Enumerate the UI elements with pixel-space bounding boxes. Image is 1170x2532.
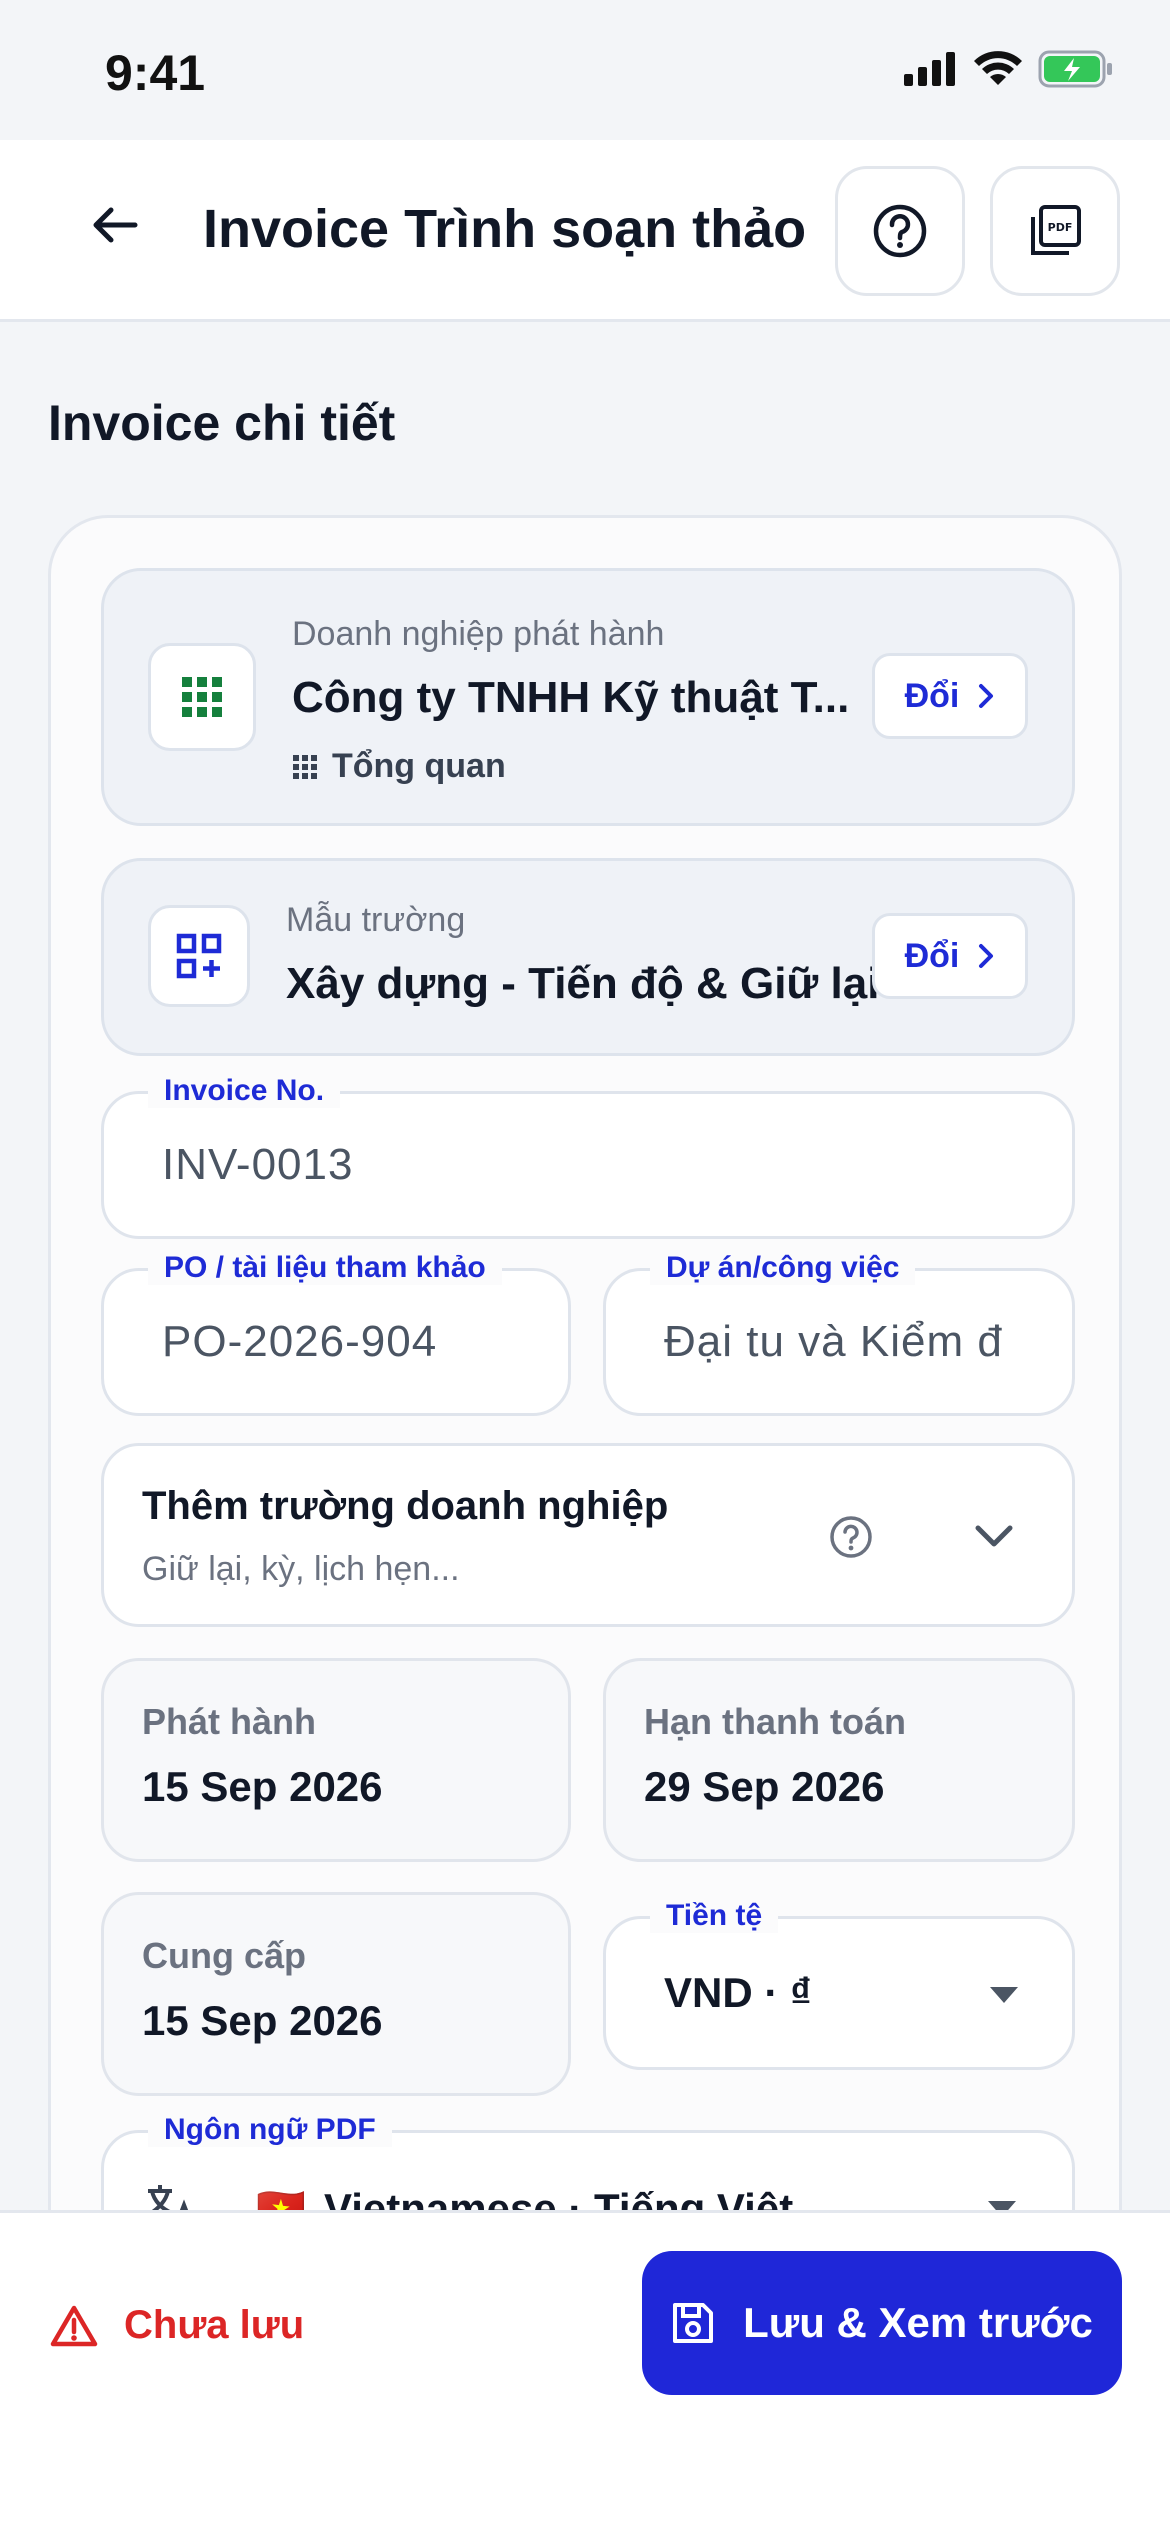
arrow-left-icon (93, 207, 138, 243)
pdf-language-label: Ngôn ngữ PDF (148, 2113, 392, 2147)
save-preview-button[interactable]: Lưu & Xem trước (642, 2251, 1122, 2395)
invoice-details-card: Doanh nghiệp phát hành Công ty TNHH Kỹ t… (48, 515, 1122, 2315)
business-icon-tile (148, 643, 256, 751)
business-sub: Tổng quan (292, 747, 506, 786)
issuing-business-box[interactable]: Doanh nghiệp phát hành Công ty TNHH Kỹ t… (101, 568, 1075, 826)
po-reference-value[interactable]: PO-2026-904 (162, 1317, 437, 1367)
app-header: Invoice Trình soạn thảo PDF (0, 140, 1170, 322)
save-preview-label: Lưu & Xem trước (743, 2299, 1093, 2346)
unsaved-label: Chưa lưu (124, 2303, 305, 2347)
supply-date-label: Cung cấp (142, 1935, 307, 1976)
change-template-button[interactable]: Đổi (872, 913, 1028, 999)
currency-value: VND · ₫ (664, 1969, 812, 2016)
save-disk-icon (673, 2303, 714, 2343)
template-label: Mẫu trường (286, 901, 466, 939)
due-date-label: Hạn thanh toán (644, 1701, 906, 1742)
due-date-value: 29 Sep 2026 (644, 1763, 885, 1810)
pdf-document-icon: PDF (1031, 205, 1081, 255)
supply-date-value: 15 Sep 2026 (142, 1997, 383, 2044)
issue-date-box[interactable]: Phát hành 15 Sep 2026 (101, 1658, 571, 1862)
chevron-down-icon[interactable] (974, 1524, 1014, 1550)
page-title: Invoice Trình soạn thảo (203, 199, 807, 259)
po-reference-label: PO / tài liệu tham khảo (148, 1251, 502, 1285)
change-business-label: Đổi (904, 676, 960, 715)
battery-charging-icon (1038, 50, 1112, 88)
project-label: Dự án/công việc (650, 1251, 916, 1285)
issue-date-label: Phát hành (142, 1701, 317, 1742)
template-name: Xây dựng - Tiến độ & Giữ lại (286, 959, 880, 1008)
wifi-icon (974, 51, 1022, 85)
help-button[interactable] (835, 166, 965, 296)
project-field[interactable]: Dự án/công việc Đại tu và Kiểm đ (603, 1251, 1075, 1416)
warning-triangle-icon (50, 2305, 98, 2346)
section-title: Invoice chi tiết (48, 395, 396, 451)
currency-label: Tiền tệ (650, 1899, 779, 1933)
question-circle-icon[interactable] (828, 1514, 874, 1560)
small-grid-icon (293, 754, 317, 779)
signal-icon (904, 52, 955, 86)
issue-date-value: 15 Sep 2026 (142, 1763, 383, 1810)
status-bar: 9:41 (0, 0, 1170, 140)
status-time: 9:41 (105, 45, 206, 101)
change-template-label: Đổi (904, 936, 960, 975)
question-circle-icon (873, 204, 927, 258)
chevron-right-icon (979, 944, 994, 968)
business-sub-label: Tổng quan (332, 747, 506, 785)
business-fields-subtitle: Giữ lại, kỳ, lịch hẹn... (142, 1550, 460, 1588)
change-business-button[interactable]: Đổi (872, 653, 1028, 739)
unsaved-status: Chưa lưu (50, 2303, 304, 2348)
pdf-export-button[interactable]: PDF (990, 166, 1120, 296)
back-button[interactable] (80, 190, 150, 260)
due-date-box[interactable]: Hạn thanh toán 29 Sep 2026 (603, 1658, 1075, 1862)
supply-date-box[interactable]: Cung cấp 15 Sep 2026 (101, 1892, 571, 2096)
business-fields-title: Thêm trường doanh nghiệp (142, 1484, 669, 1528)
currency-select[interactable]: Tiền tệ VND · ₫ (603, 1899, 1075, 2070)
invoice-number-value[interactable]: INV-0013 (162, 1140, 353, 1190)
svg-text:PDF: PDF (1048, 221, 1073, 234)
add-business-fields-row[interactable]: Thêm trường doanh nghiệp Giữ lại, kỳ, lị… (101, 1443, 1075, 1627)
caret-down-icon (990, 1987, 1018, 2003)
project-value[interactable]: Đại tu và Kiểm đ (664, 1317, 1003, 1367)
template-icon-tile (148, 905, 250, 1007)
chevron-right-icon (979, 684, 994, 708)
grid-add-icon (176, 933, 222, 979)
invoice-number-field[interactable]: Invoice No. INV-0013 (101, 1074, 1075, 1239)
invoice-number-label: Invoice No. (148, 1074, 341, 1108)
business-name: Công ty TNHH Kỹ thuật T... (292, 673, 850, 722)
po-reference-field[interactable]: PO / tài liệu tham khảo PO-2026-904 (101, 1251, 571, 1416)
business-label: Doanh nghiệp phát hành (292, 615, 665, 653)
field-template-box[interactable]: Mẫu trường Xây dựng - Tiến độ & Giữ lại … (101, 858, 1075, 1056)
status-icons (904, 50, 1114, 88)
bottom-action-bar: Chưa lưu Lưu & Xem trước (0, 2210, 1170, 2532)
grid-icon (182, 677, 222, 717)
